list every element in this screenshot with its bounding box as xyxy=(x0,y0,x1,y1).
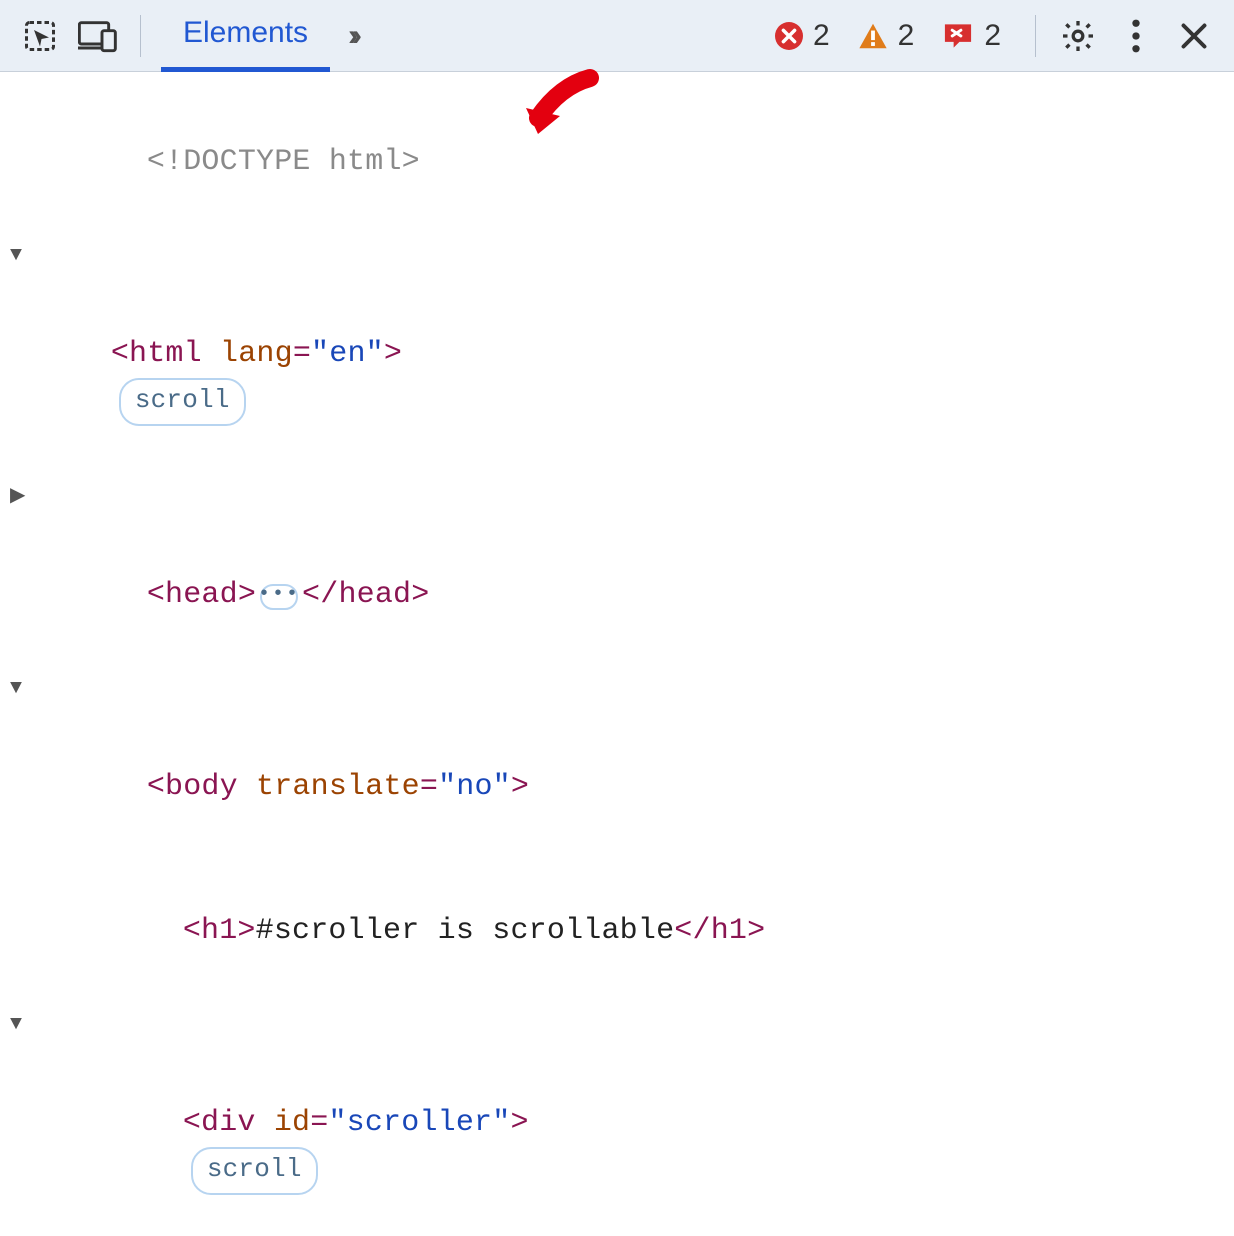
caret-down-icon[interactable]: ▼ xyxy=(10,240,22,272)
issue-counter[interactable]: 2 xyxy=(942,19,1015,53)
tree-doctype[interactable]: <!DOCTYPE html> xyxy=(38,90,1224,234)
toolbar-divider xyxy=(1035,15,1036,57)
scroll-badge[interactable]: scroll xyxy=(191,1147,318,1195)
caret-right-icon[interactable]: ▶ xyxy=(10,481,26,513)
issue-icon xyxy=(942,21,974,51)
tree-body-open[interactable]: ▼ <body translate="no"> xyxy=(38,667,1224,859)
inspect-element-icon[interactable] xyxy=(18,14,62,58)
tree-h1[interactable]: <h1>#scroller is scrollable</h1> xyxy=(38,859,1224,1003)
tree-div-scroller-open[interactable]: ▼ <div id="scroller"> scroll xyxy=(38,1003,1224,1236)
warning-icon xyxy=(858,22,888,50)
caret-down-icon[interactable]: ▼ xyxy=(10,673,22,705)
scroll-badge[interactable]: scroll xyxy=(119,378,246,426)
warning-counter[interactable]: 2 xyxy=(858,19,929,53)
error-count: 2 xyxy=(813,19,830,53)
ellipsis-icon[interactable]: ••• xyxy=(260,584,298,610)
tree-head[interactable]: ▶ <head>•••</head> xyxy=(38,475,1224,667)
more-options-icon[interactable] xyxy=(1114,14,1158,58)
caret-down-icon[interactable]: ▼ xyxy=(10,1009,22,1041)
elements-dom-tree[interactable]: <!DOCTYPE html> ▼ <html lang="en"> scrol… xyxy=(0,72,1234,1236)
tab-elements[interactable]: Elements xyxy=(161,0,330,72)
gear-icon[interactable] xyxy=(1056,14,1100,58)
warning-count: 2 xyxy=(898,19,915,53)
more-tabs-icon[interactable]: ›› xyxy=(348,19,356,53)
toolbar-divider xyxy=(140,15,141,57)
error-icon xyxy=(775,22,803,50)
issue-count: 2 xyxy=(984,19,1001,53)
device-toolbar-icon[interactable] xyxy=(76,14,120,58)
devtools-toolbar: Elements ›› 2 2 2 xyxy=(0,0,1234,72)
tree-html-open[interactable]: ▼ <html lang="en"> scroll xyxy=(38,234,1224,475)
close-icon[interactable] xyxy=(1172,14,1216,58)
error-counter[interactable]: 2 xyxy=(775,19,844,53)
